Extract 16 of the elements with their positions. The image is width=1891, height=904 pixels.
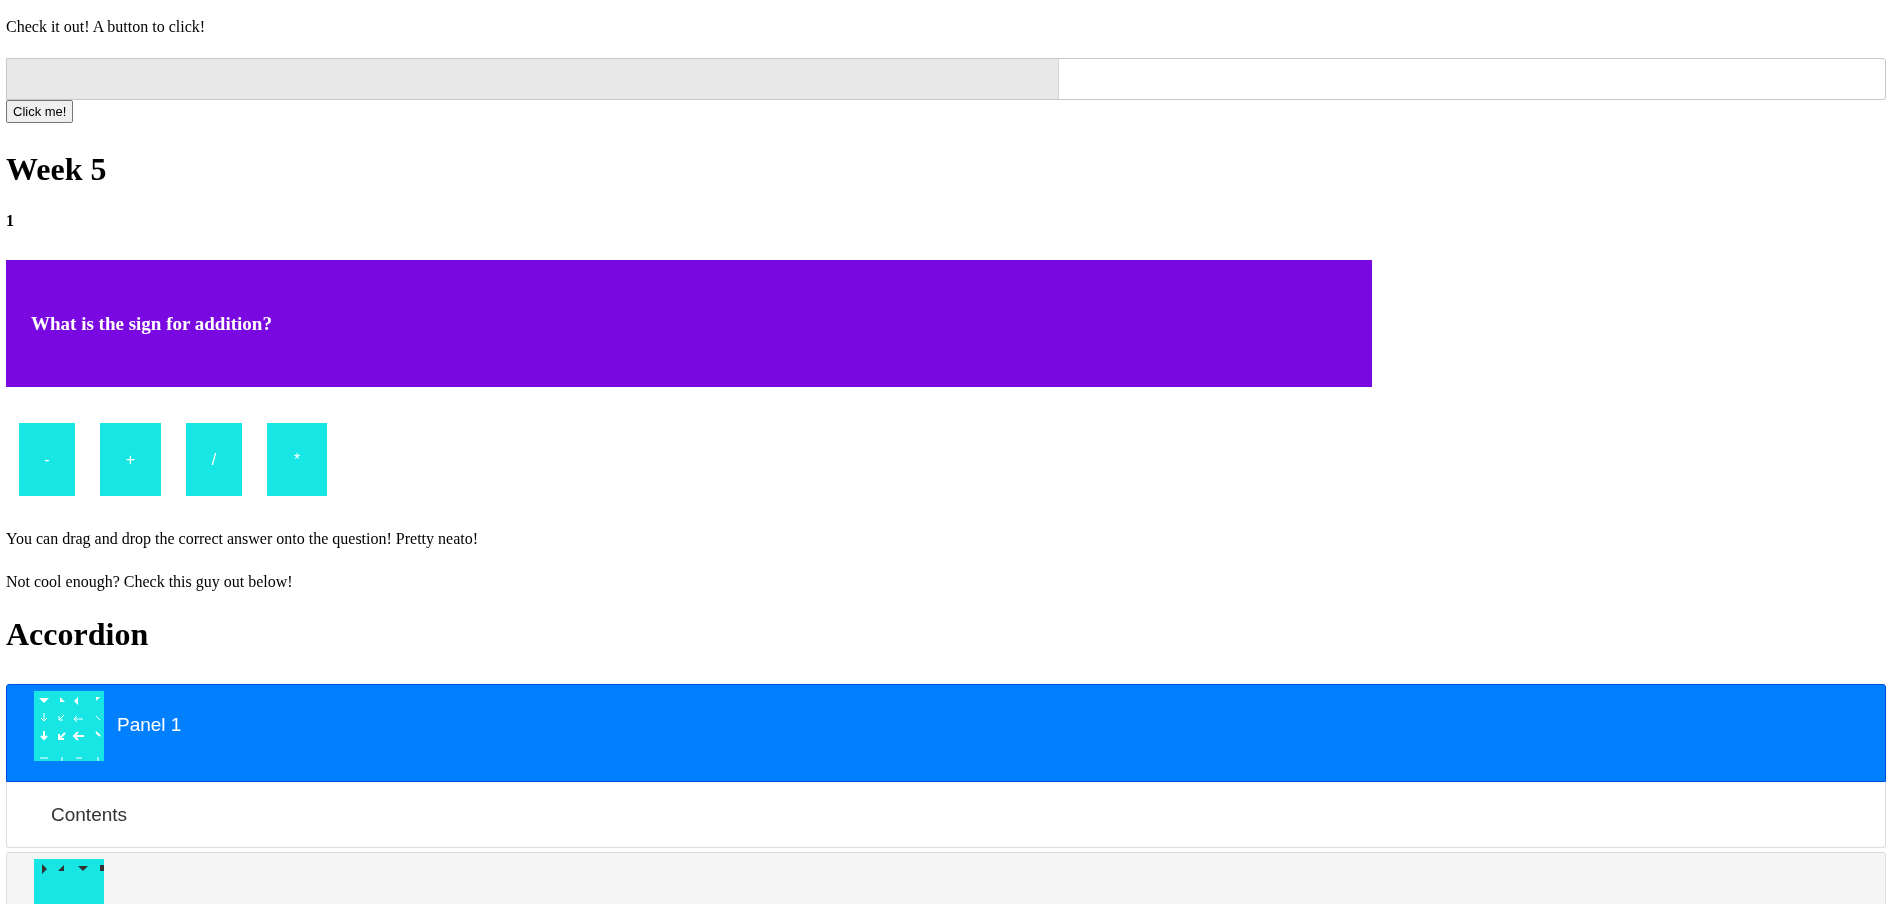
question-number: 1	[6, 212, 15, 230]
page-heading: Week 5	[6, 151, 108, 188]
question-text: What is the sign for addition?	[31, 312, 272, 335]
panel-title: Panel 1	[117, 714, 182, 736]
panel-header[interactable]: Panel 1	[6, 684, 1886, 782]
section-heading: Accordion	[6, 616, 150, 653]
arrows-icon	[34, 691, 104, 761]
note-text: You can drag and drop the correct answer onto the question! Pretty neato!	[6, 530, 479, 548]
answer-tile[interactable]: *	[267, 423, 327, 496]
answer-tile[interactable]: /	[186, 423, 242, 496]
click-button[interactable]: Click me!	[6, 100, 74, 123]
answer-tile[interactable]: +	[100, 423, 161, 496]
intro-text: Check it out! A button to click!	[6, 18, 207, 36]
answer-tile[interactable]: -	[19, 423, 75, 496]
note-text: Not cool enough? Check this guy out below!	[6, 573, 294, 591]
panel-content: Contents	[51, 803, 128, 826]
